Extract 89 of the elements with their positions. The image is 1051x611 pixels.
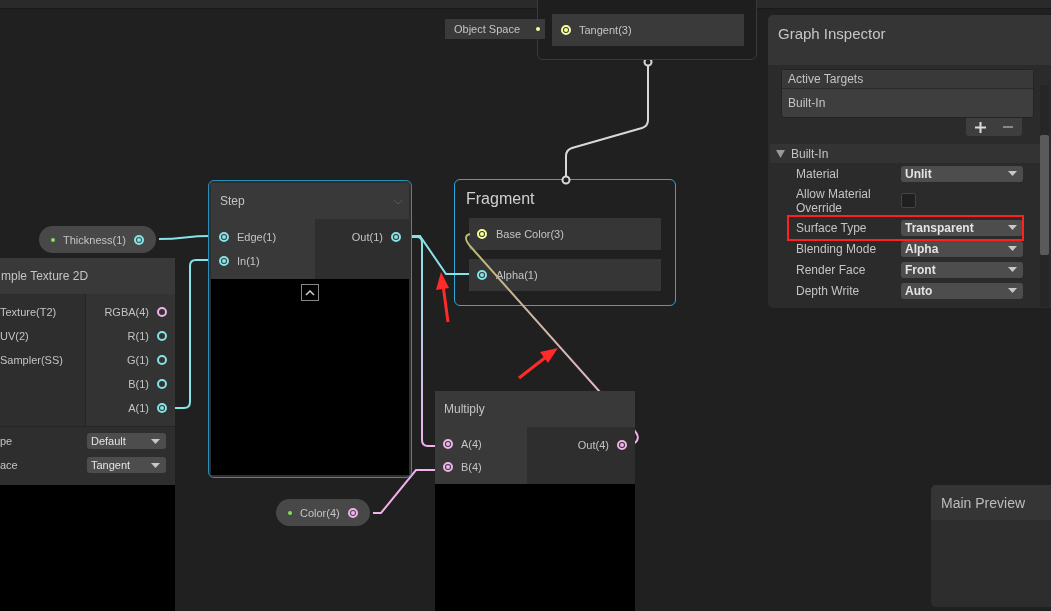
port-icon[interactable] xyxy=(617,440,627,450)
port-label: A(4) xyxy=(461,438,482,451)
list-header: Active Targets xyxy=(782,70,1033,89)
port-icon[interactable] xyxy=(157,403,167,413)
section-title: Built-In xyxy=(791,146,829,161)
property-label: Allow Material Override xyxy=(796,186,872,215)
port-row[interactable]: Alpha(1) xyxy=(469,259,661,291)
minus-icon xyxy=(1003,126,1014,128)
dot-icon xyxy=(288,510,292,515)
wire xyxy=(158,235,211,240)
plus-icon xyxy=(974,121,986,133)
list-item[interactable]: Built-In xyxy=(782,89,1033,117)
port-icon[interactable] xyxy=(133,234,144,245)
chip-label: Object Space xyxy=(454,23,521,35)
port-label: G(1) xyxy=(127,354,149,366)
caret-icon xyxy=(1008,171,1017,176)
property-node[interactable]: Thickness(1) xyxy=(39,226,156,253)
port-icon[interactable] xyxy=(443,461,453,472)
field-label: pe xyxy=(0,435,13,447)
property-node[interactable]: Color(4) xyxy=(276,499,370,526)
port-label: Tangent(3) xyxy=(579,24,632,36)
port-icon[interactable] xyxy=(219,232,229,242)
dropdown[interactable]: Auto xyxy=(901,282,1023,299)
port-label: Texture(T2) xyxy=(0,306,57,318)
scrollbar[interactable] xyxy=(1040,85,1049,307)
property-label: Surface Type xyxy=(796,220,868,235)
dropdown[interactable]: Unlit xyxy=(901,165,1023,182)
node-title: Step xyxy=(211,183,409,219)
port-icon[interactable] xyxy=(391,232,401,242)
port-row[interactable]: Tangent(3) xyxy=(552,14,744,46)
node-title: mple Texture 2D xyxy=(0,258,175,294)
port-icon[interactable] xyxy=(477,270,487,280)
port-label: RGBA(4) xyxy=(104,306,149,318)
dot-icon xyxy=(536,27,540,31)
port-label: A(1) xyxy=(128,402,149,414)
panel-title: Main Preview xyxy=(931,485,1051,520)
property-label: Blending Mode xyxy=(796,241,878,256)
port-label: R(1) xyxy=(127,330,149,342)
port-icon[interactable] xyxy=(347,507,358,518)
caret-icon xyxy=(1008,267,1017,272)
chevron-icon xyxy=(305,289,315,296)
add-button[interactable] xyxy=(974,121,986,133)
dropdown[interactable]: Transparent xyxy=(901,219,1023,236)
port-icon[interactable] xyxy=(219,256,229,266)
caret-icon xyxy=(151,462,160,468)
port-label: Base Color(3) xyxy=(496,228,564,240)
node-card[interactable]: Multiply A(4) B(4) Out(4) xyxy=(435,391,635,611)
property-label: Color(4) xyxy=(300,506,340,519)
property-label: Material xyxy=(796,166,840,181)
port-label: Edge(1) xyxy=(237,231,277,243)
section-header[interactable]: Built-In xyxy=(770,144,1040,163)
port-label: UV(2) xyxy=(0,330,29,342)
dropdown[interactable]: Default xyxy=(87,433,166,449)
property-label: Depth Write xyxy=(796,283,861,298)
caret-icon xyxy=(151,438,160,444)
collapse-button[interactable] xyxy=(301,284,319,301)
field-label: ace xyxy=(0,459,18,471)
property-label: Render Face xyxy=(796,262,867,277)
port-icon[interactable] xyxy=(443,439,453,450)
caret-icon xyxy=(1008,225,1017,230)
dropdown[interactable]: Front xyxy=(901,261,1023,278)
wire xyxy=(372,469,437,514)
port-icon[interactable] xyxy=(157,355,167,365)
expand-icon xyxy=(776,149,785,158)
port-label: B(1) xyxy=(128,378,149,390)
port-icon[interactable] xyxy=(157,331,167,341)
dropdown[interactable]: Tangent xyxy=(87,457,166,473)
caret-icon xyxy=(1008,246,1017,251)
port-icon[interactable] xyxy=(157,307,167,317)
node-title: Multiply xyxy=(435,391,635,427)
dot-icon xyxy=(51,237,55,242)
panel-title: Graph Inspector xyxy=(768,15,1051,65)
input-chip[interactable]: Object Space xyxy=(445,19,545,39)
port-label: Out(1) xyxy=(351,231,383,243)
port-label: B(4) xyxy=(461,460,482,473)
port-label: Out(4) xyxy=(577,439,609,451)
annotation-arrow xyxy=(436,272,450,323)
block-title: Fragment xyxy=(466,190,536,209)
caret-icon xyxy=(1008,288,1017,293)
port-row[interactable]: Base Color(3) xyxy=(469,218,661,250)
port-label: Sampler(SS) xyxy=(0,354,63,366)
checkbox[interactable] xyxy=(901,193,916,208)
port-icon[interactable] xyxy=(157,379,167,389)
annotation-arrow xyxy=(518,348,558,380)
property-label: Thickness(1) xyxy=(63,233,126,246)
port-label: Alpha(1) xyxy=(496,269,538,281)
node-card[interactable]: Step Edge(1) In(1) Out(1) xyxy=(208,180,412,478)
port-label: In(1) xyxy=(237,255,260,267)
fragment-block[interactable]: Fragment Base Color(3) Alpha(1) xyxy=(454,179,676,306)
